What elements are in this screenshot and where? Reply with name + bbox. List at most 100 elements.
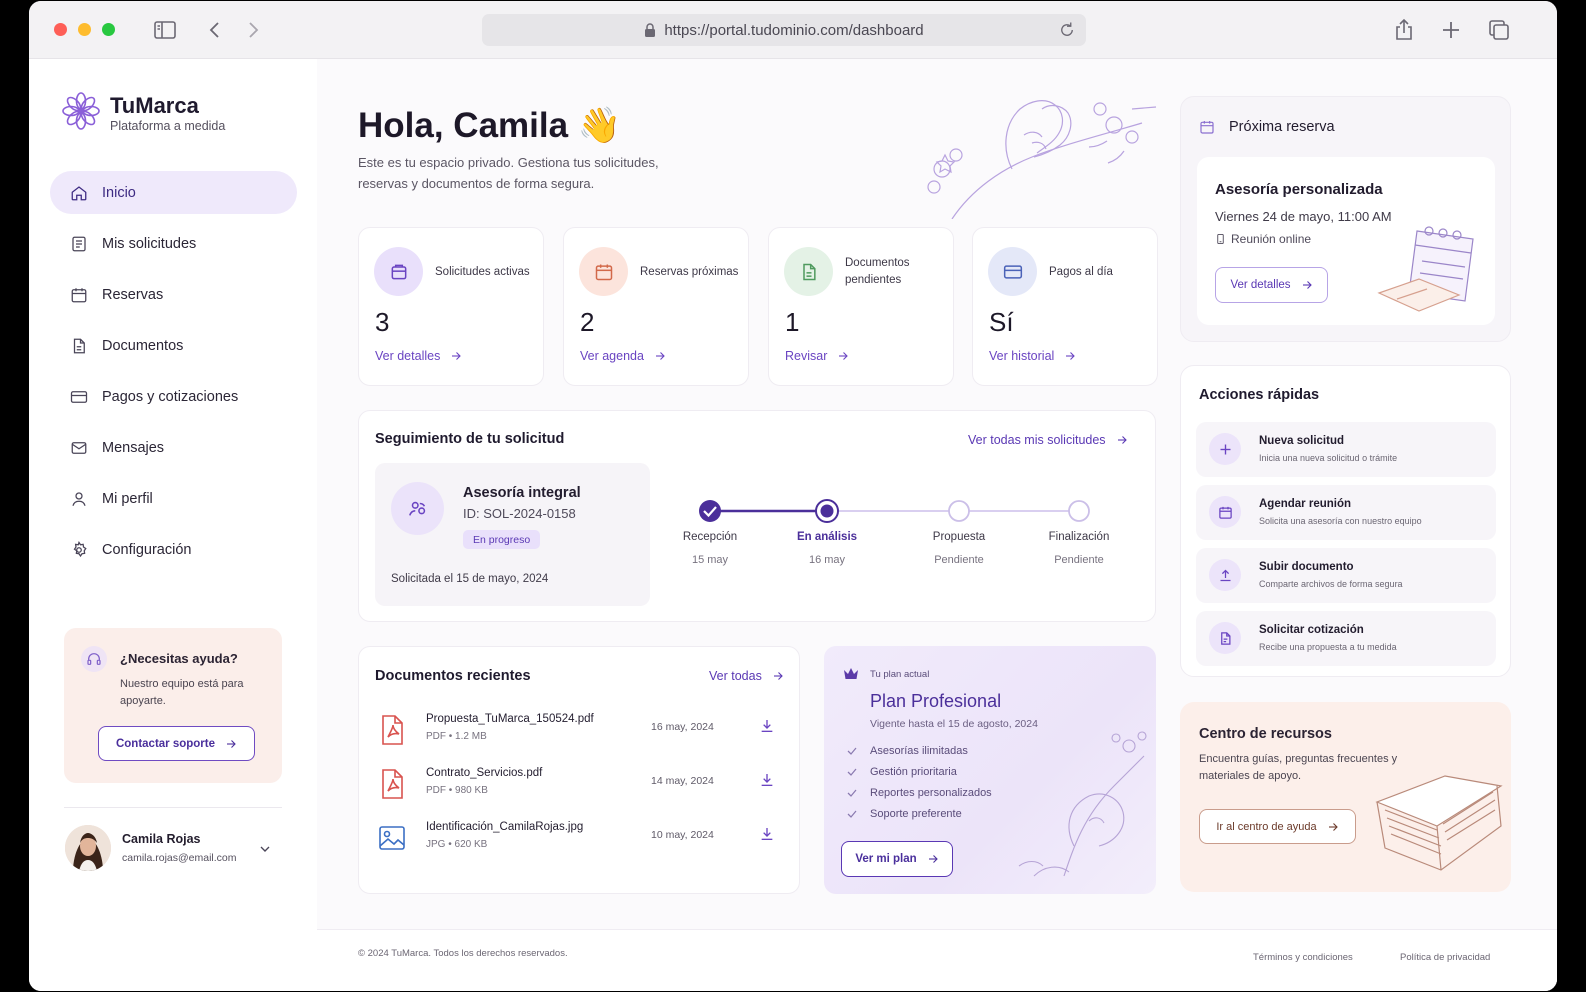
copyright: © 2024 TuMarca. Todos los derechos reser… [358,948,568,959]
sidebar-item-pagos[interactable]: Pagos y cotizaciones [50,375,297,418]
view-all-documents-label: Ver todas [709,669,762,683]
back-icon[interactable] [203,18,227,42]
next-booking-heading: Próxima reserva [1199,119,1335,135]
user-icon [72,491,86,506]
help-center-label: Ir al centro de ayuda [1216,820,1317,833]
sidebar-item-inicio[interactable]: Inicio [50,171,297,214]
list-item[interactable]: Contrato_Servicios.pdf PDF • 980 KB 14 m… [379,765,779,805]
document-icon [73,338,85,353]
sidebar-item-documentos[interactable]: Documentos [50,324,297,367]
booking-details-button[interactable]: Ver detalles [1215,267,1328,303]
sidebar-toggle-icon[interactable] [153,18,177,42]
lock-icon [645,23,656,37]
plan-feature-label: Reportes personalizados [870,787,992,799]
stat-link-label: Ver agenda [580,349,644,363]
document-name: Contrato_Servicios.pdf [426,767,543,779]
sidebar-item-label: Configuración [102,541,192,558]
stat-label: Solicitudes activas [435,265,530,278]
stat-link-ver-historial[interactable]: Ver historial [989,349,1076,363]
view-plan-button[interactable]: Ver mi plan [841,841,953,877]
sidebar-item-mi-perfil[interactable]: Mi perfil [50,477,297,520]
close-window-button[interactable] [54,23,67,36]
resources-text: Encuentra guías, preguntas frecuentes y … [1199,753,1398,782]
calendar-illustration [1377,226,1474,312]
privacy-link[interactable]: Política de privacidad [1400,952,1490,963]
maximize-window-button[interactable] [102,23,115,36]
booking-details: Asesoría personalizada Viernes 24 de may… [1197,157,1495,325]
download-icon[interactable] [759,826,775,842]
arrow-right-icon [1302,281,1312,289]
sidebar-item-reservas[interactable]: Reservas [50,273,297,316]
request-name: Asesoría integral [463,485,581,501]
share-icon[interactable] [1392,18,1416,42]
stat-link-ver-detalles[interactable]: Ver detalles [375,349,462,363]
request-summary[interactable]: Asesoría integral ID: SOL-2024-0158 En p… [375,463,650,606]
minimize-window-button[interactable] [78,23,91,36]
sidebar-item-label: Mensajes [102,439,165,456]
chevron-down-icon[interactable] [257,841,273,857]
quick-action-agendar-reunion[interactable]: Agendar reunión Solicita una asesoría co… [1196,485,1496,540]
quick-action-subtitle: Recibe una propuesta a tu medida [1259,642,1397,652]
calendar-icon [1200,121,1214,134]
avatar[interactable] [65,825,111,871]
arrow-right-icon [1066,352,1076,360]
quote-icon [1209,622,1241,654]
tabs-overview-icon[interactable] [1487,18,1511,42]
stat-link-ver-agenda[interactable]: Ver agenda [580,349,666,363]
download-icon[interactable] [759,718,775,734]
user-avatar-image [65,825,111,871]
download-icon[interactable] [759,772,775,788]
user-email: camila.rojas@email.com [122,852,237,864]
next-booking-card: Próxima reserva Asesoría personalizada V… [1180,96,1511,342]
forward-icon[interactable] [241,18,265,42]
sidebar-nav: Inicio Mis solicitudes Reservas Document… [50,171,297,579]
sidebar-item-label: Documentos [102,337,184,354]
sidebar-item-label: Mis solicitudes [102,235,197,252]
list-item[interactable]: Propuesta_TuMarca_150524.pdf PDF • 1.2 M… [379,711,779,751]
help-center-button[interactable]: Ir al centro de ayuda [1199,809,1356,844]
quick-action-solicitar-cotizacion[interactable]: Solicitar cotización Recibe una propuest… [1196,611,1496,666]
hands-flowers-illustration [927,100,1157,219]
address-bar[interactable]: https://portal.tudominio.com/dashboard [482,14,1086,46]
floral-decoration-illustration [1018,731,1147,877]
view-all-requests-label: Ver todas mis solicitudes [968,433,1106,447]
quick-action-subtitle: Solicita una asesoría con nuestro equipo [1259,516,1422,526]
new-tab-icon[interactable] [1439,18,1463,42]
resource-center-card: Centro de recursos Encuentra guías, preg… [1180,702,1511,892]
list-item[interactable]: Identificación_CamilaRojas.jpg JPG • 620… [379,819,779,859]
quick-action-subir-documento[interactable]: Subir documento Comparte archivos de for… [1196,548,1496,603]
help-card: ¿Necesitas ayuda? Nuestro equipo está pa… [64,628,282,783]
view-all-documents-link[interactable]: Ver todas [709,669,784,683]
url-text: https://portal.tudominio.com/dashboard [664,21,924,39]
document-date: 16 may, 2024 [651,721,714,733]
stat-label: Pagos al día [1049,265,1113,278]
device-icon [1217,233,1224,245]
stat-link-label: Ver detalles [375,349,441,363]
contact-support-label: Contactar soporte [115,737,216,750]
plan-feature-label: Soporte preferente [870,808,962,820]
pdf-file-icon [382,715,403,745]
step-label: En análisis [796,531,858,543]
sidebar-item-configuracion[interactable]: Configuración [50,528,297,571]
footer: © 2024 TuMarca. Todos los derechos reser… [317,929,1557,991]
plan-feature: Reportes personalizados [846,787,992,799]
stat-label: Documentos pendientes [845,257,910,286]
document-meta: PDF • 980 KB [426,785,488,796]
reload-icon[interactable] [1058,21,1076,39]
stat-link-revisar[interactable]: Revisar [785,349,849,363]
contact-support-button[interactable]: Contactar soporte [98,726,255,761]
quick-action-nueva-solicitud[interactable]: Nueva solicitud Inicia una nueva solicit… [1196,422,1496,477]
sidebar-item-mensajes[interactable]: Mensajes [50,426,297,469]
tracking-card: Seguimiento de tu solicitud Ver todas mi… [358,410,1156,622]
plan-feature: Gestión prioritaria [846,766,957,778]
quick-action-subtitle: Inicia una nueva solicitud o trámite [1259,453,1398,463]
sidebar-item-mis-solicitudes[interactable]: Mis solicitudes [50,222,297,265]
image-file-icon [379,826,405,850]
folder-icon [374,247,423,296]
document-date: 14 may, 2024 [651,775,714,787]
browser-window: https://portal.tudominio.com/dashboard T… [29,1,1557,991]
stat-label: Reservas próximas [640,265,739,278]
terms-link[interactable]: Términos y condiciones [1253,952,1353,963]
view-all-requests-link[interactable]: Ver todas mis solicitudes [968,433,1128,447]
request-date: Solicitada el 15 de mayo, 2024 [391,573,549,585]
